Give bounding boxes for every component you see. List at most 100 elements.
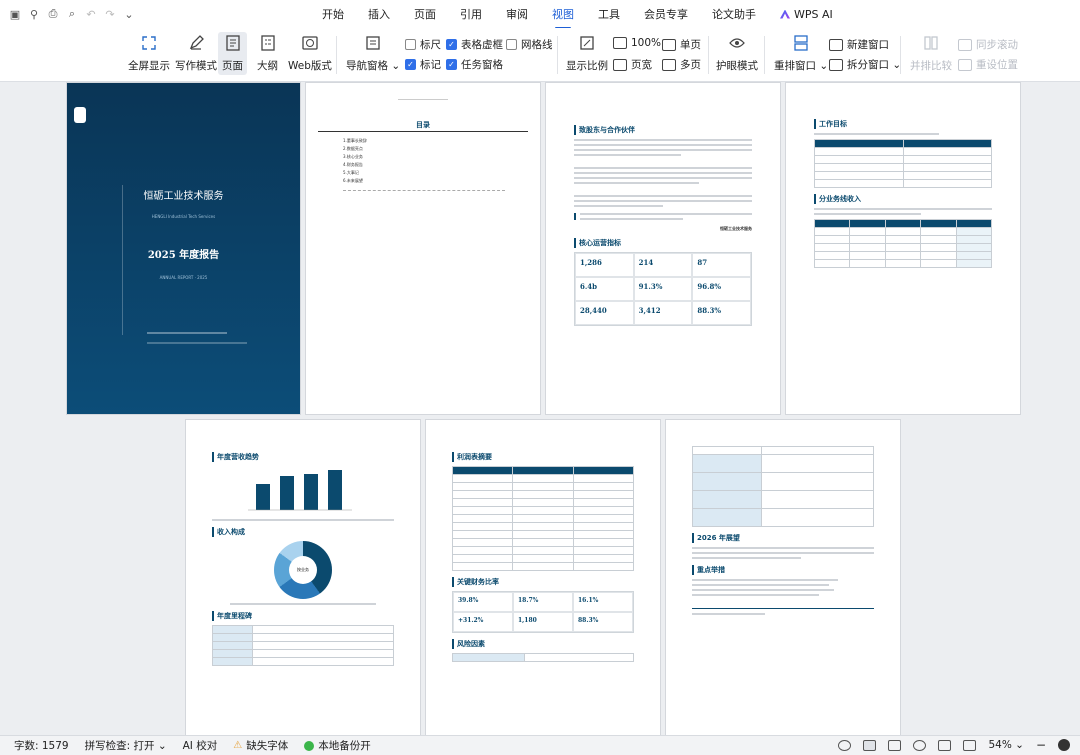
nav-pane-label: 导航窗格 ⌄ [346,60,401,72]
checkbox-checked-icon: ✓ [446,39,457,50]
eye-mode-icon[interactable] [838,739,852,751]
ai-proofread-button[interactable]: AI 校对 [183,738,218,753]
wps-ai-icon [780,9,790,19]
nav-pane-button[interactable]: 导航窗格 ⌄ [346,34,400,73]
local-backup-button[interactable]: 本地备份开 [304,738,371,753]
zoom-level[interactable]: 54% ⌄ [988,739,1023,751]
page-finance[interactable]: 利润表摘要 关键财务比率 39.8% 18.7% 16.1% +31.2% 1,… [426,420,660,735]
page-revenue[interactable]: 年度营收趋势 收入构成 按业务 年度里程碑 [186,420,420,735]
chevron-down-icon[interactable]: ⌄ [122,7,136,21]
section-heading: 关键财务比率 [452,577,634,587]
zoom-slider[interactable] [1058,739,1070,751]
sync-scroll-icon [958,38,972,51]
toc-item[interactable]: 2.数据亮点 [343,145,367,153]
fullscreen-button[interactable]: 全屏显示 [128,34,170,73]
show-ratio-button[interactable]: 显示比例 [566,34,608,73]
fullscreen-icon[interactable] [963,739,977,751]
writing-mode-button[interactable]: 写作模式 [175,34,217,73]
web-layout-button[interactable]: Web版式 [288,34,332,73]
missing-font-button[interactable]: ⚠ 缺失字体 [233,738,288,753]
preview-icon[interactable]: ⌕ [65,7,79,21]
zoom-100-label: 100% [631,37,662,49]
show-ratio-label: 显示比例 [566,60,608,72]
toc-item[interactable]: 1.董事长致辞 [343,137,367,145]
donut-center-label: 按业务 [289,556,317,584]
donut-chart: 按业务 [212,541,394,599]
page-view-button[interactable]: 页面 [218,32,247,75]
toc-item[interactable]: 4.财务报告 [343,161,367,169]
menu-tools[interactable]: 工具 [598,2,620,26]
writing-mode-icon[interactable] [938,739,952,751]
toc-item[interactable]: 5.大事记 [343,169,367,177]
outline-button[interactable]: 大纲 [257,34,278,73]
menu-page[interactable]: 页面 [414,2,436,26]
document-area[interactable]: 恒砺工业技术服务 HENGLI Industrial Tech Services… [0,82,1080,735]
globe-icon [301,34,319,52]
spell-check-status[interactable]: 拼写检查: 打开 ⌄ [85,738,167,753]
marks-checkbox[interactable]: ✓ 标记 [405,57,441,72]
zoom-out-icon[interactable]: − [1036,738,1046,752]
page-business[interactable]: 工作目标 分业务线收入 [786,83,1020,414]
marks-label: 标记 [420,59,441,71]
split-window-button[interactable]: 拆分窗口 ⌄ [829,57,901,72]
gridlines-label: 网格线 [521,39,553,51]
single-page-button[interactable]: 单页 [662,37,701,52]
page-toc[interactable]: 目录 1.董事长致辞 2.数据亮点 3.核心业务 4.财务报告 5.大事记 6.… [306,83,540,414]
menu-start[interactable]: 开始 [322,2,344,26]
reset-position-button[interactable]: 重设位置 [958,57,1018,72]
page-outlook[interactable]: 2026 年展望 重点举措 [666,420,900,735]
save-icon[interactable]: ▣ [8,7,22,21]
side-by-side-label: 并排比较 [910,60,952,72]
menu-wps-ai[interactable]: WPS AI [780,4,833,25]
sync-scroll-label: 同步滚动 [976,39,1018,51]
fullscreen-icon [140,34,158,52]
zoom-100-button[interactable]: 100% [613,37,661,49]
split-window-label: 拆分窗口 ⌄ [847,59,902,71]
pen-icon [187,34,205,52]
eye-mode-button[interactable]: 护眼模式 [716,34,758,73]
outline-view-icon[interactable] [888,739,902,751]
page-letter-kpi[interactable]: 致股东与合作伙伴 恒砺工业技术服务 核心运营指标 1,286 214 87 6.… [546,83,780,414]
checkbox-icon [506,39,517,50]
toc-item[interactable]: 3.核心业务 [343,153,367,161]
menu-insert[interactable]: 插入 [368,2,390,26]
wps-ai-label: WPS AI [794,7,833,21]
menu-review[interactable]: 审阅 [506,2,528,26]
section-heading: 致股东与合作伙伴 [574,125,752,135]
nav-pane-icon [364,34,382,52]
menu-view[interactable]: 视图 [552,2,574,29]
kpi-value: 91.3% [633,277,693,301]
sync-scroll-button[interactable]: 同步滚动 [958,37,1018,52]
menu-reference[interactable]: 引用 [460,2,482,26]
kpi-value: 3,412 [633,301,693,325]
new-window-button[interactable]: 新建窗口 [829,37,889,52]
web-view-icon[interactable] [913,739,927,751]
page-view-icon[interactable] [863,739,877,751]
print-icon[interactable]: ⎙ [46,7,60,21]
rearrange-window-button[interactable]: 重排窗口 ⌄ [774,34,828,73]
multi-page-button[interactable]: 多页 [662,57,701,72]
toc-item[interactable]: 6.未来展望 [343,177,367,185]
gridlines-checkbox[interactable]: 网格线 [506,37,553,52]
task-pane-checkbox[interactable]: ✓ 任务窗格 [446,57,503,72]
menu-paper-assistant[interactable]: 论文助手 [712,2,756,26]
tools-icon[interactable]: ⚲ [27,7,41,21]
backup-on-icon [304,740,315,751]
fullscreen-label: 全屏显示 [128,60,170,72]
menu-member[interactable]: 会员专享 [644,2,688,26]
business-table [813,219,993,268]
cover-company: 恒砺工业技术服务 [143,191,224,202]
income-table [451,466,635,571]
table-grid-checkbox[interactable]: ✓ 表格虚框 [446,37,503,52]
word-count[interactable]: 字数: 1579 [14,738,69,753]
milestone-table [212,625,395,666]
side-by-side-button[interactable]: 并排比较 [910,34,952,73]
page-cover[interactable]: 恒砺工业技术服务 HENGLI Industrial Tech Services… [67,83,300,414]
section-heading: 风险因素 [452,639,634,649]
ruler-checkbox[interactable]: 标尺 [405,37,441,52]
task-pane-label: 任务窗格 [461,59,503,71]
undo-icon[interactable]: ↶ [84,7,98,21]
page-width-button[interactable]: 页宽 [613,57,652,72]
redo-icon[interactable]: ↷ [103,7,117,21]
widget-icon[interactable] [74,107,86,123]
